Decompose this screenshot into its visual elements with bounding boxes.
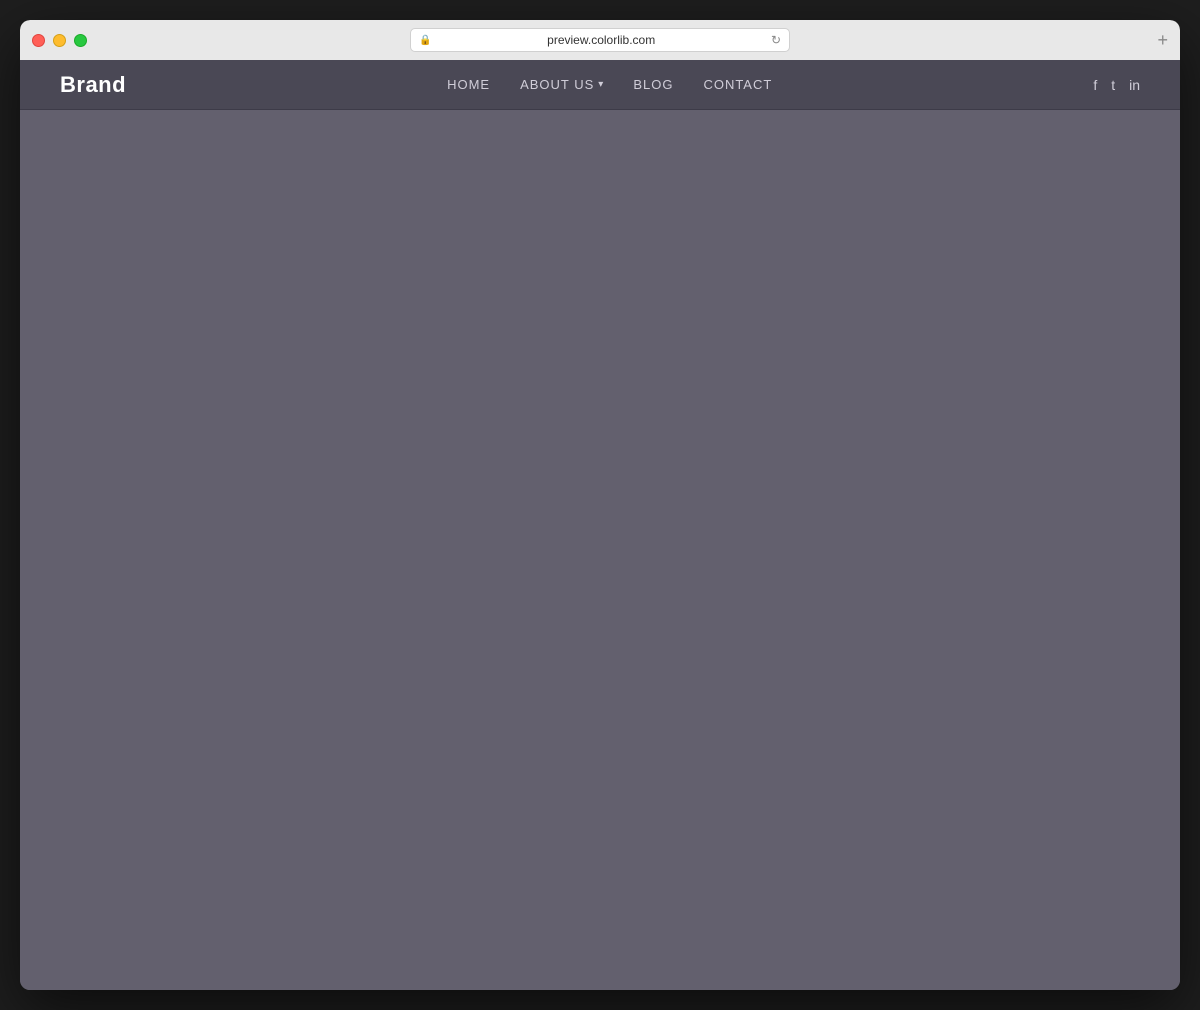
- nav-item-contact[interactable]: CONTACT: [703, 76, 772, 94]
- nav-link-blog[interactable]: BLOG: [633, 77, 673, 92]
- nav-item-about[interactable]: ABOUT US ▾: [520, 77, 603, 92]
- website-content: Brand HOME ABOUT US ▾ BLOG CONTACT: [20, 60, 1180, 990]
- traffic-lights: [32, 34, 87, 47]
- navbar: Brand HOME ABOUT US ▾ BLOG CONTACT: [20, 60, 1180, 110]
- maximize-button[interactable]: [74, 34, 87, 47]
- minimize-button[interactable]: [53, 34, 66, 47]
- brand-logo[interactable]: Brand: [60, 72, 126, 98]
- nav-item-blog[interactable]: BLOG: [633, 76, 673, 94]
- lock-icon: 🔒: [419, 35, 431, 46]
- nav-item-home[interactable]: HOME: [447, 76, 490, 94]
- url-text: preview.colorlib.com: [437, 33, 764, 47]
- title-bar: 🔒 preview.colorlib.com ↻ +: [20, 20, 1180, 60]
- refresh-icon[interactable]: ↻: [771, 33, 781, 47]
- browser-window: 🔒 preview.colorlib.com ↻ + Brand HOME AB…: [20, 20, 1180, 990]
- social-links: f t in: [1093, 77, 1140, 93]
- close-button[interactable]: [32, 34, 45, 47]
- new-tab-button[interactable]: +: [1157, 31, 1168, 49]
- nav-links: HOME ABOUT US ▾ BLOG CONTACT: [447, 76, 772, 94]
- nav-link-contact[interactable]: CONTACT: [703, 77, 772, 92]
- main-content: [20, 110, 1180, 990]
- nav-link-home[interactable]: HOME: [447, 77, 490, 92]
- linkedin-icon[interactable]: in: [1129, 77, 1140, 93]
- about-us-dropdown-trigger[interactable]: ABOUT US ▾: [520, 77, 603, 92]
- facebook-icon[interactable]: f: [1093, 77, 1097, 93]
- twitter-icon[interactable]: t: [1111, 77, 1115, 93]
- nav-link-about[interactable]: ABOUT US: [520, 77, 594, 92]
- url-bar-container: 🔒 preview.colorlib.com ↻: [32, 28, 1168, 52]
- chevron-down-icon: ▾: [598, 79, 603, 90]
- url-bar[interactable]: 🔒 preview.colorlib.com ↻: [410, 28, 790, 52]
